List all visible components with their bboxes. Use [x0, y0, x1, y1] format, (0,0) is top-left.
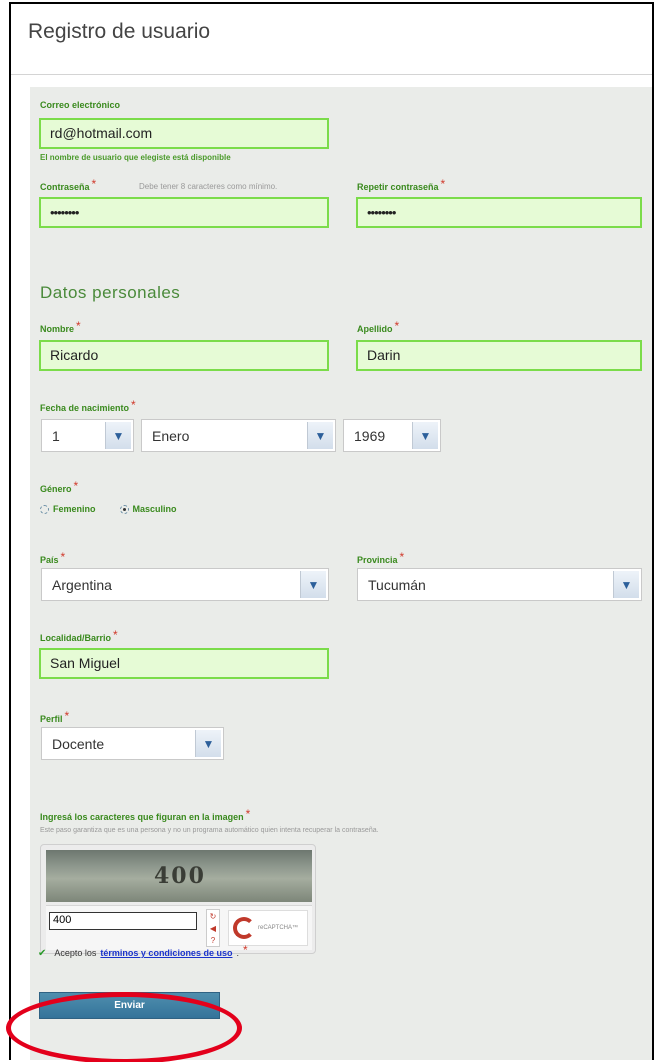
- province-label: Provincia *: [357, 550, 405, 566]
- birth-date-label-text: Fecha de nacimiento: [40, 403, 130, 413]
- country-label-text: País: [40, 555, 59, 565]
- email-label-text: Correo electrónico: [40, 100, 121, 110]
- refresh-icon[interactable]: ↻: [210, 912, 217, 921]
- birth-month-value: Enero: [152, 428, 190, 444]
- country-select[interactable]: Argentina ▼: [41, 568, 329, 601]
- password-field[interactable]: ••••••••: [39, 197, 329, 228]
- terms-row: ✔ Acepto los términos y condiciones de u…: [38, 943, 248, 960]
- email-label: Correo electrónico: [40, 100, 120, 110]
- last-name-label-text: Apellido: [357, 324, 393, 334]
- email-available-message: El nombre de usuario que elegiste está d…: [40, 153, 231, 162]
- required-marker: *: [113, 628, 118, 642]
- required-marker: *: [394, 319, 400, 333]
- repeat-password-label: Repetir contraseña *: [357, 177, 446, 193]
- country-value: Argentina: [52, 577, 112, 593]
- required-marker: *: [64, 709, 70, 723]
- chevron-down-icon[interactable]: ▼: [412, 422, 438, 449]
- registration-form: Correo electrónico rd@hotmail.com El nom…: [30, 87, 652, 1060]
- recaptcha-logo: reCAPTCHA™: [228, 910, 308, 946]
- terms-suffix: .: [236, 948, 239, 958]
- captcha-hint: Este paso garantiza que es una persona y…: [40, 827, 379, 834]
- captcha-widget: 400 400 ↻ ◀ ? reCAPTCHA™: [40, 844, 316, 954]
- first-name-label-text: Nombre: [40, 324, 75, 334]
- required-marker: *: [91, 177, 97, 191]
- captcha-buttons: ↻ ◀ ?: [206, 909, 220, 947]
- profile-label: Perfil *: [40, 709, 70, 725]
- locality-label: Localidad/Barrio *: [40, 628, 118, 644]
- profile-value: Docente: [52, 736, 105, 752]
- gender-options: Femenino Masculino: [40, 504, 191, 514]
- gender-option-label: Femenino: [53, 504, 96, 514]
- required-marker: *: [76, 319, 81, 333]
- chevron-down-icon[interactable]: ▼: [613, 571, 639, 598]
- submit-button[interactable]: Enviar: [39, 992, 220, 1019]
- birth-year-select[interactable]: 1969 ▼: [343, 419, 441, 452]
- required-marker: *: [242, 943, 248, 957]
- gender-label: Género *: [40, 479, 79, 495]
- required-marker: *: [440, 177, 446, 191]
- gender-label-text: Género: [40, 484, 72, 494]
- password-label-text: Contraseña: [40, 182, 90, 192]
- gender-radio-female[interactable]: Femenino: [40, 504, 96, 514]
- gender-option-label: Masculino: [132, 504, 177, 514]
- birth-month-select[interactable]: Enero ▼: [141, 419, 336, 452]
- required-marker: *: [60, 550, 66, 564]
- recaptcha-logo-text: reCAPTCHA™: [258, 925, 299, 931]
- registration-window: Registro de usuario Correo electrónico r…: [9, 2, 654, 1060]
- last-name-field[interactable]: Darin: [356, 340, 642, 371]
- email-field[interactable]: rd@hotmail.com: [39, 118, 329, 149]
- repeat-password-field[interactable]: ••••••••: [356, 197, 642, 228]
- profile-select[interactable]: Docente ▼: [41, 727, 224, 760]
- page-title: Registro de usuario: [28, 20, 211, 43]
- province-select[interactable]: Tucumán ▼: [357, 568, 642, 601]
- birth-day-select[interactable]: 1 ▼: [41, 419, 134, 452]
- locality-field[interactable]: San Miguel: [39, 648, 329, 679]
- title-divider: [11, 74, 652, 75]
- birth-year-value: 1969: [354, 428, 386, 444]
- chevron-down-icon[interactable]: ▼: [105, 422, 131, 449]
- required-marker: *: [131, 398, 136, 412]
- captcha-image-text: 400: [154, 863, 206, 889]
- radio-selected-icon[interactable]: [119, 504, 129, 514]
- required-marker: *: [399, 550, 405, 564]
- captcha-label-text: Ingresá los caracteres que figuran en la…: [40, 812, 244, 822]
- chevron-down-icon[interactable]: ▼: [300, 571, 326, 598]
- province-label-text: Provincia: [357, 555, 398, 565]
- last-name-label: Apellido *: [357, 319, 400, 335]
- password-label: Contraseña *: [40, 177, 97, 193]
- province-value: Tucumán: [368, 577, 426, 593]
- first-name-label: Nombre *: [40, 319, 81, 335]
- checkmark-icon[interactable]: ✔: [38, 948, 46, 959]
- recaptcha-icon: [233, 917, 255, 939]
- gender-radio-male[interactable]: Masculino: [119, 504, 177, 514]
- terms-prefix: Acepto los: [54, 948, 97, 958]
- required-marker: *: [245, 807, 251, 821]
- first-name-field[interactable]: Ricardo: [39, 340, 329, 371]
- birth-day-value: 1: [52, 428, 60, 444]
- profile-label-text: Perfil: [40, 714, 63, 724]
- captcha-controls: 400 ↻ ◀ ? reCAPTCHA™: [46, 905, 312, 950]
- radio-icon[interactable]: [40, 504, 49, 514]
- terms-link[interactable]: términos y condiciones de uso: [100, 948, 232, 958]
- country-label: País *: [40, 550, 66, 566]
- captcha-image: 400: [46, 850, 312, 902]
- password-hint: Debe tener 8 caracteres como mínimo.: [139, 182, 278, 191]
- repeat-password-label-text: Repetir contraseña: [357, 182, 439, 192]
- birth-date-label: Fecha de nacimiento *: [40, 398, 136, 414]
- locality-label-text: Localidad/Barrio: [40, 633, 112, 643]
- required-marker: *: [73, 479, 79, 493]
- personal-data-heading: Datos personales: [40, 283, 181, 302]
- chevron-down-icon[interactable]: ▼: [307, 422, 333, 449]
- captcha-input[interactable]: 400: [49, 912, 197, 930]
- captcha-label: Ingresá los caracteres que figuran en la…: [40, 807, 251, 823]
- chevron-down-icon[interactable]: ▼: [195, 730, 221, 757]
- audio-icon[interactable]: ◀: [210, 924, 216, 933]
- help-icon[interactable]: ?: [211, 936, 215, 945]
